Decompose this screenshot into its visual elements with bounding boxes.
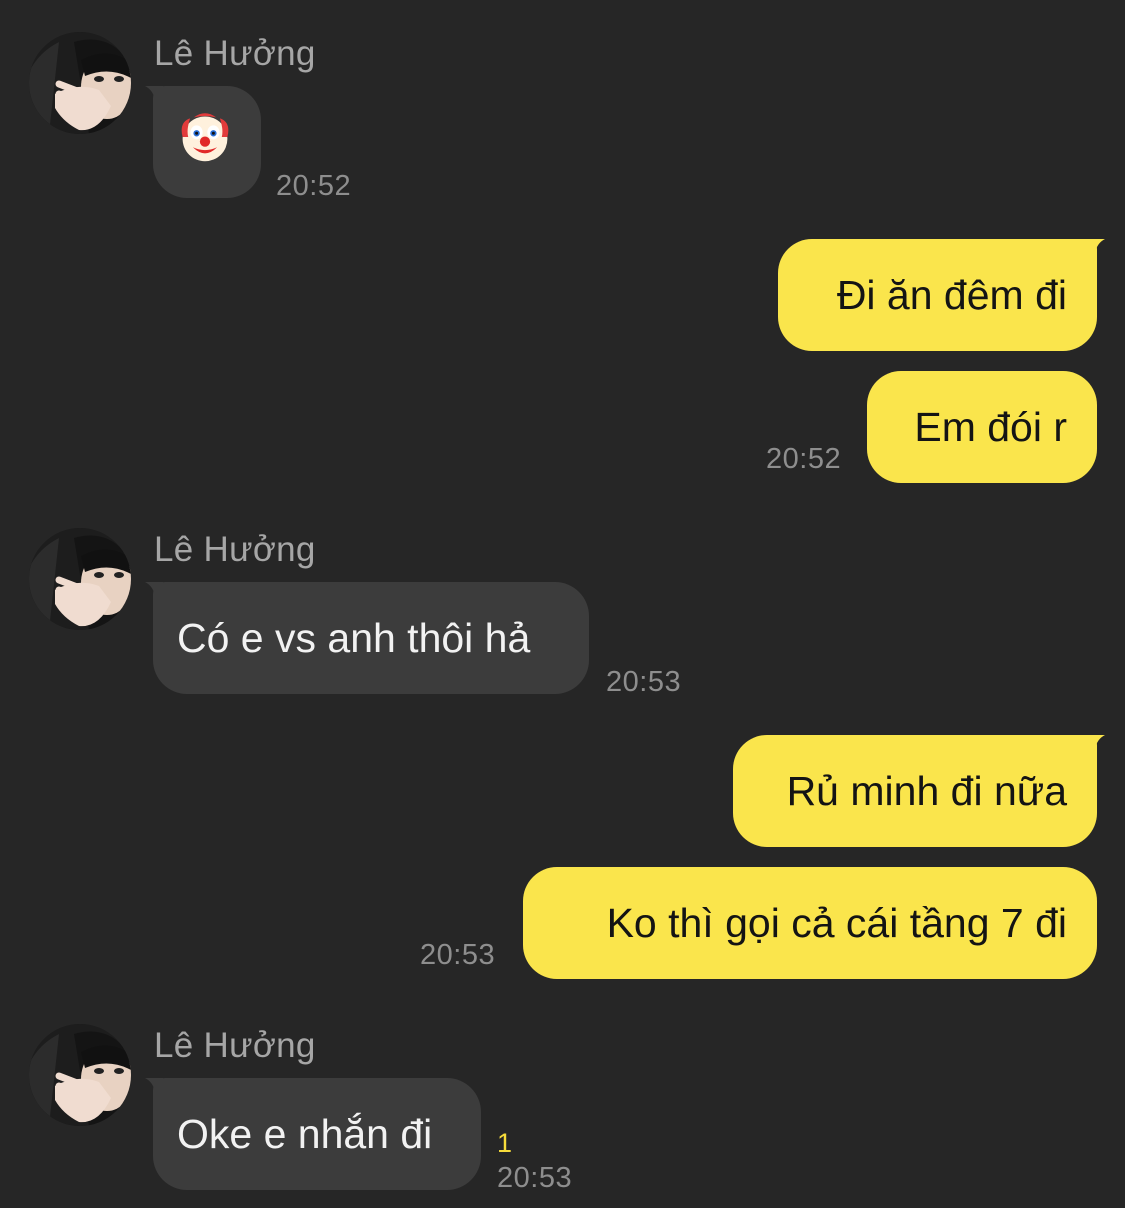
message-bubble[interactable]: Oke e nhắn đi bbox=[153, 1078, 481, 1190]
message-text: Em đói r bbox=[914, 403, 1067, 450]
message-bubble[interactable]: Có e vs anh thôi hả bbox=[153, 582, 589, 694]
bubble-tail bbox=[1085, 735, 1105, 757]
bubble-tail bbox=[1085, 239, 1105, 261]
clown-face-emoji-icon bbox=[177, 109, 233, 175]
message-text: Đi ăn đêm đi bbox=[836, 271, 1067, 318]
bubble-tail bbox=[145, 1078, 163, 1098]
avatar[interactable] bbox=[29, 32, 131, 134]
unread-count: 1 bbox=[497, 1128, 513, 1158]
message-bubble[interactable] bbox=[153, 86, 261, 198]
sender-name: Lê Hưởng bbox=[154, 1026, 316, 1065]
message-text: Có e vs anh thôi hả bbox=[177, 614, 531, 661]
message-text: Ko thì gọi cả cái tầng 7 đi bbox=[606, 899, 1067, 946]
message-text: Oke e nhắn đi bbox=[177, 1110, 433, 1157]
bubble-tail bbox=[145, 582, 163, 602]
message-bubble[interactable]: Ko thì gọi cả cái tầng 7 đi bbox=[523, 867, 1097, 979]
message-bubble[interactable]: Em đói r bbox=[867, 371, 1097, 483]
message-timestamp: 20:53 bbox=[497, 1162, 573, 1194]
avatar[interactable] bbox=[29, 528, 131, 630]
message-bubble[interactable]: Rủ minh đi nữa bbox=[733, 735, 1097, 847]
sender-name: Lê Hưởng bbox=[154, 34, 316, 73]
sender-name: Lê Hưởng bbox=[154, 530, 316, 569]
bubble-tail bbox=[145, 86, 163, 106]
message-timestamp: 20:52 bbox=[766, 443, 842, 475]
message-text: Rủ minh đi nữa bbox=[786, 767, 1067, 814]
message-timestamp: 20:53 bbox=[420, 939, 496, 971]
avatar[interactable] bbox=[29, 1024, 131, 1126]
message-timestamp: 20:53 bbox=[606, 666, 682, 698]
message-timestamp: 20:52 bbox=[276, 170, 352, 202]
message-bubble[interactable]: Đi ăn đêm đi bbox=[778, 239, 1097, 351]
